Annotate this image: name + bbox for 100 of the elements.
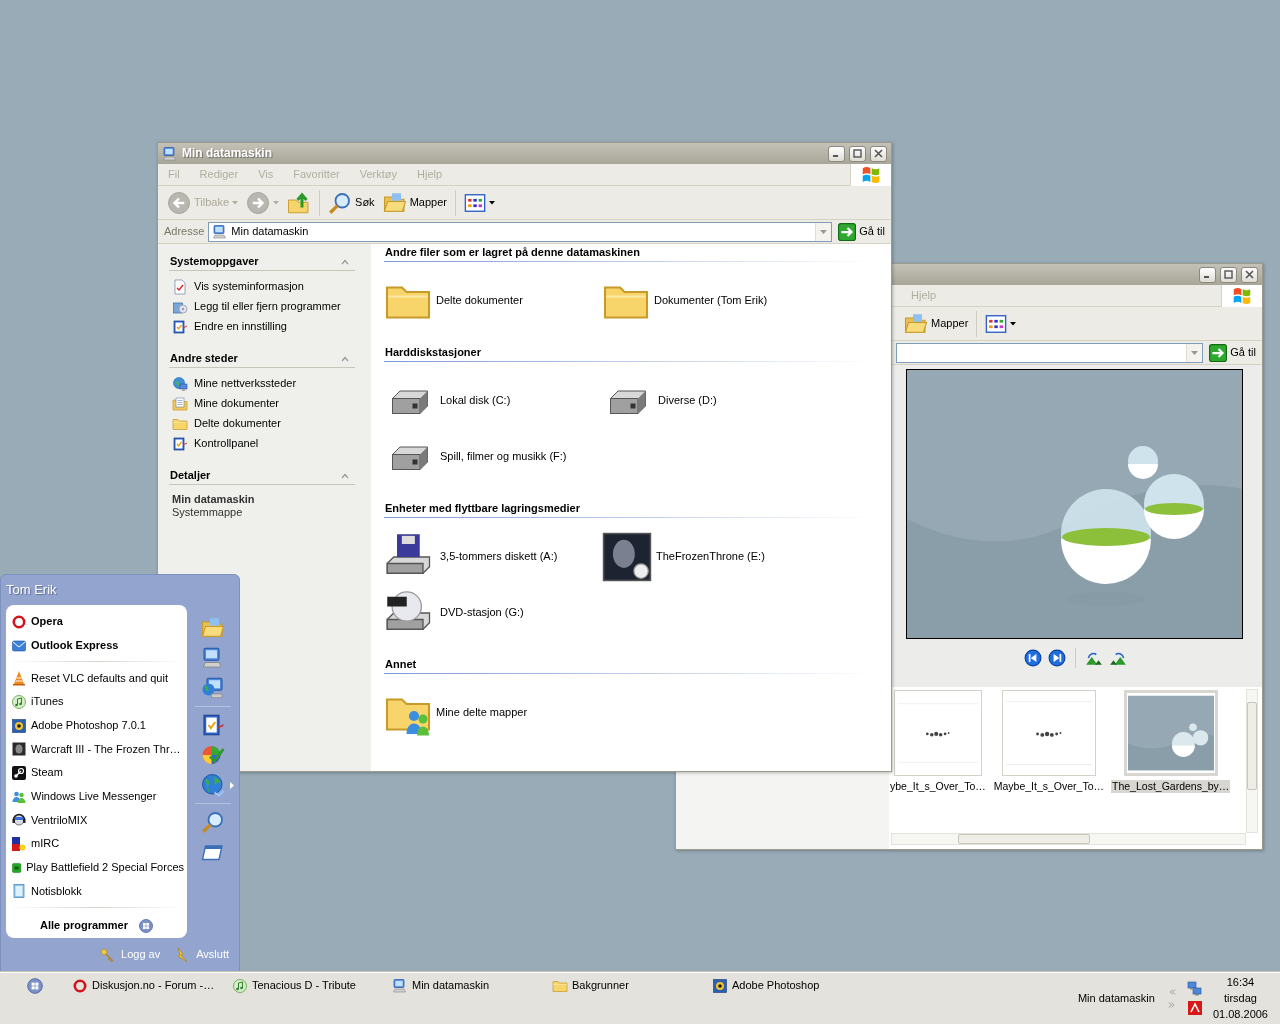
program-item[interactable]: Windows Live Messenger: [10, 784, 184, 809]
caret-icon: [1191, 350, 1199, 355]
address-label: Adresse: [164, 224, 205, 239]
folders-button[interactable]: Mapper: [901, 309, 972, 338]
task-link[interactable]: Vis systeminformasjon: [169, 277, 355, 297]
search-button[interactable]: Søk: [325, 188, 378, 217]
file-name: Maybe_It_s_Over_To…: [992, 780, 1106, 793]
task-link[interactable]: Kontrollpanel: [169, 434, 355, 454]
program-item[interactable]: Reset VLC defaults and quit: [10, 666, 184, 691]
program-item[interactable]: Play Battlefield 2 Special Forces: [10, 855, 184, 880]
folder-icon: [904, 311, 928, 336]
key-icon: [99, 946, 116, 963]
next-button[interactable]: [1048, 649, 1066, 667]
horizontal-scrollbar[interactable]: [891, 833, 1246, 845]
up-folder-icon: [287, 190, 312, 215]
search-icon: [328, 190, 353, 215]
music-note-icon: [11, 693, 27, 710]
address-field[interactable]: [896, 342, 1204, 363]
program-item[interactable]: Notisblokk: [10, 879, 184, 904]
minimize-button[interactable]: [1199, 266, 1216, 283]
mirc-icon: [11, 836, 27, 852]
toolbar-label[interactable]: Min datamaskin: [1077, 991, 1155, 1006]
dropdown-button[interactable]: [815, 222, 832, 241]
collapse-icon[interactable]: [341, 258, 349, 265]
views-icon: [985, 312, 1008, 335]
previous-button[interactable]: [1024, 649, 1042, 667]
program-item[interactable]: iTunes: [10, 690, 184, 714]
taskbar-button[interactable]: Diskusjon.no - Forum -…: [70, 978, 230, 994]
go-button[interactable]: Gå til: [836, 222, 887, 241]
folder-item[interactable]: Delte dokumenter: [436, 294, 523, 308]
submenu-arrow-icon: [230, 781, 234, 789]
maximize-button[interactable]: [1220, 266, 1237, 283]
drive-item[interactable]: TheFrozenThrone (E:): [656, 550, 765, 564]
documents-icon: [172, 396, 188, 412]
traffic-cone-icon: [11, 670, 27, 687]
drive-item[interactable]: Lokal disk (C:): [440, 394, 511, 408]
caret-icon: [1010, 321, 1017, 326]
tray-app-icon[interactable]: [1186, 1000, 1203, 1016]
settings-icon: [172, 319, 188, 335]
taskbar-button[interactable]: Bakgrunner: [550, 978, 710, 994]
address-field[interactable]: Min datamaskin: [208, 221, 833, 242]
maximize-button[interactable]: [849, 145, 866, 162]
music-note-icon: [232, 978, 248, 994]
close-icon: [874, 149, 883, 158]
group-heading: Enheter med flyttbare lagringsmedier: [384, 502, 874, 518]
opera-icon: [72, 978, 88, 994]
all-programs-button[interactable]: Alle programmer: [10, 914, 184, 938]
folder-item[interactable]: Dokumenter (Tom Erik): [654, 294, 768, 308]
folder-icon: [172, 416, 188, 432]
task-link[interactable]: Mine dokumenter: [169, 394, 355, 414]
program-item[interactable]: Steam: [10, 761, 184, 785]
taskbar-button[interactable]: Tenacious D - Tribute: [230, 978, 390, 994]
task-link[interactable]: Mine nettverkssteder: [169, 374, 355, 394]
network-icon[interactable]: [1186, 981, 1203, 997]
folder-item[interactable]: Mine delte mapper: [436, 706, 528, 720]
checklist-icon: [201, 713, 225, 737]
program-item[interactable]: Outlook Express: [10, 633, 184, 658]
drive-item[interactable]: 3,5-tommers diskett (A:): [440, 550, 558, 564]
group-heading: Harddiskstasjoner: [384, 346, 874, 362]
go-button[interactable]: Gå til: [1207, 343, 1258, 362]
program-item[interactable]: VentriloMIX: [10, 808, 184, 833]
drive-item[interactable]: Spill, filmer og musikk (F:): [440, 450, 567, 464]
close-button[interactable]: [870, 145, 887, 162]
views-icon: [463, 191, 486, 214]
notepad-icon: [11, 883, 27, 900]
vertical-scrollbar[interactable]: [1246, 689, 1258, 833]
program-item[interactable]: Opera: [10, 610, 184, 634]
caret-icon: [820, 229, 828, 234]
caret-icon: [273, 200, 280, 205]
warrior-icon: [11, 741, 27, 758]
task-link[interactable]: Delte dokumenter: [169, 414, 355, 434]
taskbar-button[interactable]: Min datamaskin: [390, 978, 550, 994]
task-link[interactable]: Endre en innstilling: [169, 317, 355, 337]
computer-icon: [201, 646, 225, 670]
clock-time: 16:34: [1226, 975, 1255, 989]
opera-icon: [11, 613, 27, 630]
program-item[interactable]: Adobe Photoshop 7.0.1: [10, 713, 184, 738]
computer-icon: [162, 145, 178, 162]
taskbar-button[interactable]: Adobe Photoshop: [710, 978, 870, 994]
computer-icon: [212, 223, 229, 240]
task-link[interactable]: Legg til eller fjern programmer: [169, 297, 355, 317]
minimize-button[interactable]: [828, 145, 845, 162]
user-name: Tom Erik: [6, 582, 57, 598]
headset-icon: [11, 812, 27, 829]
details-description: Systemmappe: [172, 506, 244, 520]
previous-icon: [1024, 649, 1042, 667]
close-button[interactable]: [1241, 266, 1258, 283]
collapse-icon[interactable]: [341, 472, 349, 479]
dropdown-button[interactable]: [1186, 343, 1203, 362]
drive-item[interactable]: DVD-stasjon (G:): [440, 606, 524, 620]
file-name: The_Lost_Gardens_by…: [1111, 780, 1231, 793]
program-item[interactable]: mIRC: [10, 832, 184, 856]
control-panel-icon: [172, 436, 188, 452]
program-item[interactable]: Warcraft III - The Frozen Thr…: [10, 737, 184, 762]
drive-item[interactable]: Diverse (D:): [658, 394, 717, 408]
windows-orb-icon: [26, 977, 44, 995]
disc-artwork-icon: [602, 532, 652, 582]
collapse-icon[interactable]: [341, 355, 349, 362]
next-icon: [1048, 649, 1066, 667]
folders-button[interactable]: Mapper: [379, 188, 450, 217]
